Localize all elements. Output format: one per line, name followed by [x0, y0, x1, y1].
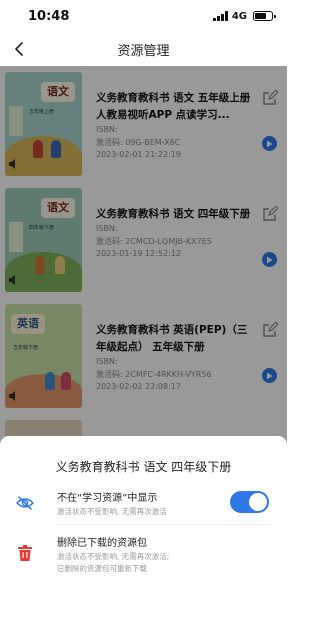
sheet-title: 义务教育教科书 语文 四年级下册: [55, 460, 232, 474]
status-indicators: 4G: [213, 10, 276, 22]
battery-icon: [253, 11, 276, 21]
bottom-sheet: 义务教育教科书 语文 四年级下册 不在“学习资源”中显示 激活状态不受影响, 无…: [0, 436, 287, 623]
hide-option-desc: 激活状态不受影响, 无需再次激活: [57, 507, 167, 516]
signal-icon: [213, 11, 228, 21]
back-button[interactable]: [10, 40, 28, 58]
status-bar: 10:48 4G: [0, 0, 287, 32]
status-time: 10:48: [28, 8, 70, 24]
toggle-knob: [249, 493, 267, 511]
page-title: 资源管理: [117, 43, 170, 59]
trash-icon: [16, 544, 34, 562]
hide-toggle[interactable]: [230, 491, 269, 513]
nav-bar: 资源管理: [0, 32, 287, 66]
chevron-left-icon: [15, 42, 23, 56]
delete-option-desc-line1: 激活状态不受影响, 无需再次激活;: [57, 552, 170, 561]
delete-option-title[interactable]: 删除已下载的资源包: [57, 534, 147, 549]
delete-option-desc-line2: 已删除的资源包可重新下载: [57, 564, 147, 573]
hide-option-title: 不在“学习资源”中显示: [57, 493, 158, 504]
battery-level: [255, 13, 267, 19]
network-type: 4G: [231, 10, 247, 22]
eye-slash-icon: [16, 494, 34, 512]
divider: [56, 524, 271, 525]
